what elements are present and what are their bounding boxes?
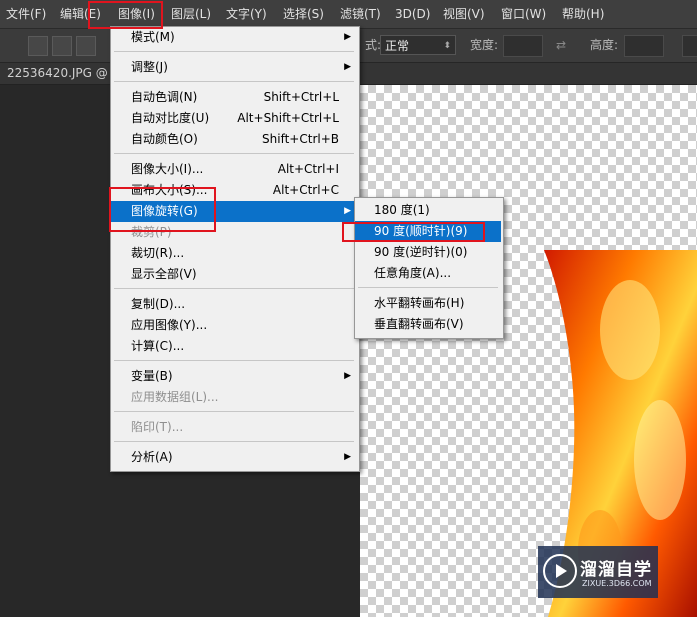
watermark-url: ZIXUE.3D66.COM bbox=[582, 579, 652, 588]
annotation-box-image-rotation bbox=[109, 187, 216, 232]
menu-item-mode[interactable]: 模式(M) ▶ bbox=[111, 27, 357, 48]
menu-select[interactable]: 选择(S) bbox=[283, 0, 324, 28]
submenu-arrow-icon: ▶ bbox=[344, 371, 351, 381]
annotation-box-image-menu bbox=[88, 1, 163, 29]
submenu-item-90-ccw[interactable]: 90 度(逆时针)(0) bbox=[355, 242, 501, 263]
menu-separator bbox=[114, 360, 354, 361]
annotation-box-90-cw bbox=[342, 222, 485, 242]
style-value: 正常 bbox=[385, 39, 410, 53]
menu-separator bbox=[114, 288, 354, 289]
menu-item-trap: 陷印(T)... bbox=[131, 420, 184, 434]
menu-separator bbox=[358, 287, 498, 288]
watermark-title: 溜溜自学 bbox=[580, 560, 652, 580]
menu-item-auto-contrast[interactable]: 自动对比度(U) Alt+Shift+Ctrl+L bbox=[111, 108, 357, 129]
menu-item-image-size[interactable]: 图像大小(I)... Alt+Ctrl+I bbox=[111, 159, 357, 180]
menu-item-trim[interactable]: 裁切(R)... bbox=[111, 243, 357, 264]
menu-item-analysis[interactable]: 分析(A) ▶ bbox=[111, 447, 357, 468]
watermark: 溜溜自学 ZIXUE.3D66.COM bbox=[538, 546, 658, 598]
refine-edge-button[interactable] bbox=[682, 35, 697, 57]
style-label: 式: bbox=[365, 38, 382, 52]
submenu-item-flip-vertical[interactable]: 垂直翻转画布(V) bbox=[355, 314, 501, 335]
image-menu-dropdown: 模式(M) ▶ 调整(J) ▶ 自动色调(N) Shift+Ctrl+L 自动对… bbox=[110, 26, 360, 472]
select-arrow-icon: ⬍ bbox=[443, 41, 451, 51]
new-selection-icon[interactable] bbox=[28, 36, 48, 56]
submenu-item-180[interactable]: 180 度(1) bbox=[355, 200, 501, 221]
subtract-selection-icon[interactable] bbox=[76, 36, 96, 56]
menu-item-variables[interactable]: 变量(B) ▶ bbox=[111, 366, 357, 387]
document-title: 22536420.JPG @ 6 bbox=[7, 66, 120, 80]
submenu-arrow-icon: ▶ bbox=[344, 32, 351, 42]
submenu-item-flip-horizontal[interactable]: 水平翻转画布(H) bbox=[355, 293, 501, 314]
menu-3d[interactable]: 3D(D) bbox=[395, 0, 430, 28]
menu-separator bbox=[114, 153, 354, 154]
submenu-arrow-icon: ▶ bbox=[344, 452, 351, 462]
menu-layer[interactable]: 图层(L) bbox=[171, 0, 211, 28]
submenu-arrow-icon: ▶ bbox=[344, 62, 351, 72]
play-logo-icon bbox=[543, 554, 577, 588]
style-select[interactable]: 正常 ⬍ bbox=[380, 35, 456, 55]
menu-filter[interactable]: 滤镜(T) bbox=[340, 0, 381, 28]
menu-item-auto-color[interactable]: 自动颜色(O) Shift+Ctrl+B bbox=[111, 129, 357, 150]
menu-type[interactable]: 文字(Y) bbox=[226, 0, 267, 28]
menu-window[interactable]: 窗口(W) bbox=[501, 0, 546, 28]
width-label: 宽度: bbox=[470, 38, 499, 52]
swap-icon[interactable]: ⇄ bbox=[556, 29, 566, 62]
menu-separator bbox=[114, 411, 354, 412]
submenu-item-arbitrary[interactable]: 任意角度(A)... bbox=[355, 263, 501, 284]
width-field[interactable] bbox=[503, 35, 543, 57]
menu-item-adjust[interactable]: 调整(J) ▶ bbox=[111, 57, 357, 78]
menu-separator bbox=[114, 441, 354, 442]
submenu-arrow-icon: ▶ bbox=[344, 206, 351, 216]
menu-item-duplicate[interactable]: 复制(D)... bbox=[111, 294, 357, 315]
menu-item-calculations[interactable]: 计算(C)... bbox=[111, 336, 357, 357]
height-field[interactable] bbox=[624, 35, 664, 57]
image-rotation-submenu: 180 度(1) 90 度(顺时针)(9) 90 度(逆时针)(0) 任意角度(… bbox=[354, 197, 504, 339]
height-label: 高度: bbox=[590, 38, 619, 52]
menu-item-apply-data-set: 应用数据组(L)... bbox=[131, 390, 219, 404]
add-selection-icon[interactable] bbox=[52, 36, 72, 56]
menu-item-auto-tone[interactable]: 自动色调(N) Shift+Ctrl+L bbox=[111, 87, 357, 108]
menu-file[interactable]: 文件(F) bbox=[6, 0, 46, 28]
menu-item-reveal-all[interactable]: 显示全部(V) bbox=[111, 264, 357, 285]
menu-help[interactable]: 帮助(H) bbox=[562, 0, 604, 28]
menu-separator bbox=[114, 51, 354, 52]
menu-view[interactable]: 视图(V) bbox=[443, 0, 485, 28]
menu-separator bbox=[114, 81, 354, 82]
menu-item-apply-image[interactable]: 应用图像(Y)... bbox=[111, 315, 357, 336]
